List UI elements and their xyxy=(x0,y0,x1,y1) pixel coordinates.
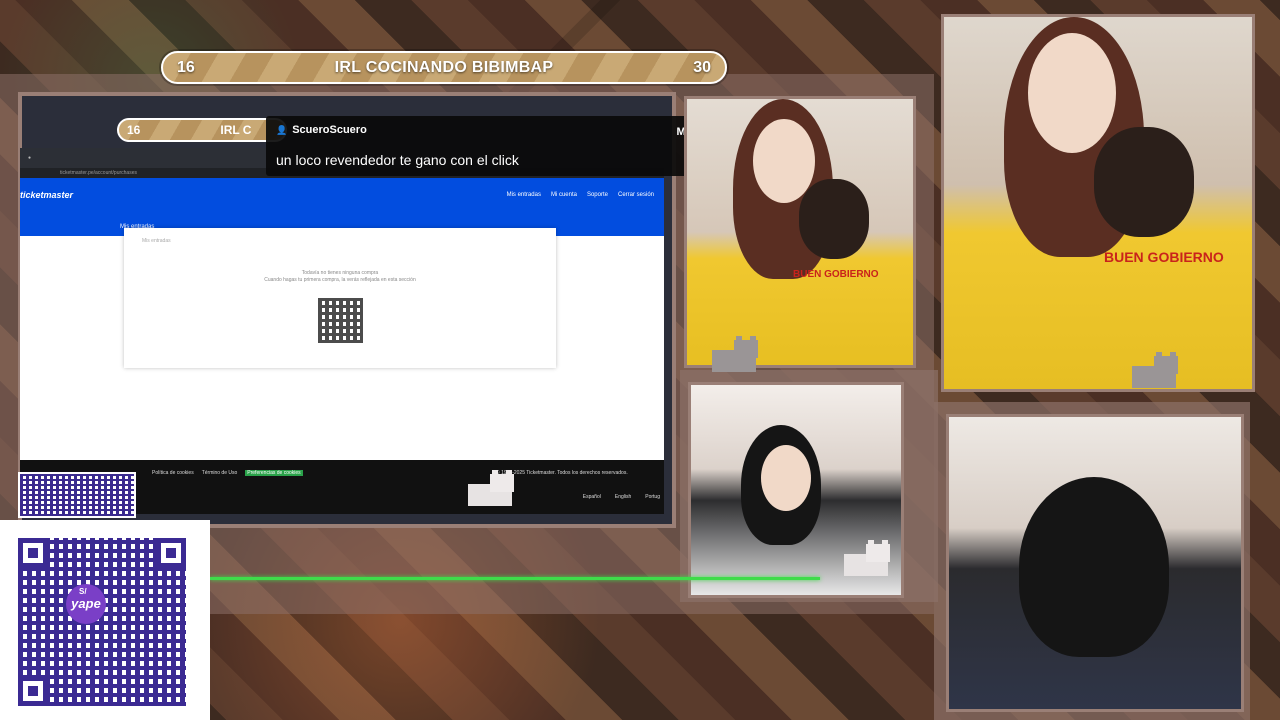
nav-cerrar-sesion[interactable]: Cerrar sesión xyxy=(618,192,654,198)
chat-message: 👤 ScueroScuero Male un loco revendedor t… xyxy=(266,116,732,176)
face xyxy=(1028,33,1116,153)
tab-icon: ● xyxy=(28,155,32,161)
nested-bar-left-number: 16 xyxy=(127,123,141,137)
qr-finder xyxy=(156,538,186,568)
pixel-cat-4 xyxy=(836,540,896,580)
lang-en[interactable]: English xyxy=(615,494,631,500)
stream-title: IRL COCINANDO BIBIMBAP xyxy=(334,58,554,76)
nav-mi-cuenta[interactable]: Mi cuenta xyxy=(551,192,577,198)
qr-code-small xyxy=(18,472,136,518)
nested-bar-title: IRL C xyxy=(220,123,252,137)
footer-link-cookies[interactable]: Política de cookies xyxy=(152,470,194,476)
qr-code-image xyxy=(318,298,363,343)
currency-symbol: S/ xyxy=(79,587,87,596)
chat-user: 👤 ScueroScuero xyxy=(276,124,367,136)
qr-finder xyxy=(18,676,48,706)
pixel-cat-3 xyxy=(1124,352,1184,392)
stream-title-bar: 16 IRL COCINANDO BIBIMBAP 30 xyxy=(161,51,727,84)
webcam-1: BUEN GOBIERNO xyxy=(684,96,916,368)
footer-link-terms[interactable]: Término de Uso xyxy=(202,470,238,476)
dog xyxy=(1094,127,1194,237)
progress-line xyxy=(210,577,820,580)
user-icon: 👤 xyxy=(276,124,288,135)
purchases-card: Mis entradas Todavía no tienes ninguna c… xyxy=(124,228,556,368)
language-selector: Español English Portug xyxy=(583,494,660,500)
shirt-text: BUEN GOBIERNO xyxy=(1104,249,1224,265)
pixel-cat-2 xyxy=(704,336,764,376)
shirt-text: BUEN GOBIERNO xyxy=(793,269,879,280)
empty-description: Cuando hagas tu primera compra, la verás… xyxy=(264,277,416,283)
chat-text: un loco revendedor te gano con el click xyxy=(276,152,519,168)
ticketmaster-nav: Mis entradas Mi cuenta Soporte Cerrar se… xyxy=(507,192,654,198)
nav-mis-entradas[interactable]: Mis entradas xyxy=(507,192,541,198)
qr-finder xyxy=(18,538,48,568)
footer-link-cookie-prefs[interactable]: Preferencias de cookies xyxy=(245,470,303,476)
dog xyxy=(799,179,869,259)
card-tab[interactable]: Mis entradas xyxy=(142,238,171,244)
qr-pattern xyxy=(20,474,134,516)
webcam-2: BUEN GOBIERNO xyxy=(941,14,1255,392)
bar-right-number: 30 xyxy=(693,58,711,76)
webcam-4 xyxy=(946,414,1244,712)
nested-stream-bar: 16 IRL C xyxy=(117,118,287,142)
ticketmaster-logo[interactable]: ticketmaster xyxy=(20,190,73,200)
lang-pt[interactable]: Portug xyxy=(645,494,660,500)
empty-message: Todavía no tienes ninguna compra xyxy=(301,270,379,276)
chat-username: ScueroScuero xyxy=(292,124,367,136)
face xyxy=(753,119,815,203)
pixel-cat-1 xyxy=(460,470,520,510)
yape-qr-code: S/ yape xyxy=(0,520,210,720)
browser-capture: ● ticketmaster.pe/account/purchases tick… xyxy=(20,148,664,514)
lang-es[interactable]: Español xyxy=(583,494,601,500)
bar-left-number: 16 xyxy=(177,58,195,76)
nav-soporte[interactable]: Soporte xyxy=(587,192,608,198)
face xyxy=(761,445,811,511)
footer-links: Política de cookies Término de Uso Prefe… xyxy=(152,470,303,476)
yape-logo: S/ yape xyxy=(66,584,106,624)
hair xyxy=(1019,477,1169,657)
